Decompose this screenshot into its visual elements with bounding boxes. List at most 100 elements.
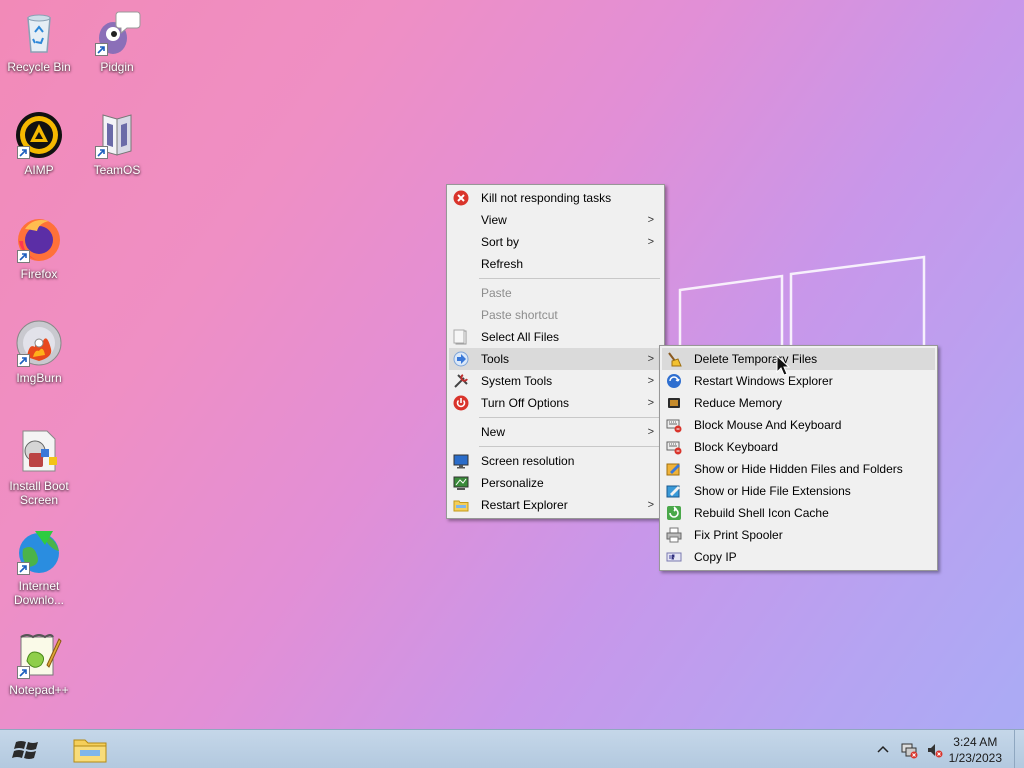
submenu-arrow-icon: >	[647, 353, 654, 365]
desktop-icon-label: Recycle Bin	[7, 60, 71, 74]
menu-item-label: Tools	[481, 352, 510, 366]
desktop-icon-pidgin[interactable]: Pidgin	[78, 8, 156, 74]
menu-item-label: Kill not responding tasks	[481, 191, 612, 205]
select-all-icon	[453, 329, 469, 345]
submenu-item-fix-print-spooler[interactable]: Fix Print Spooler	[662, 524, 935, 546]
shortcut-arrow-icon	[17, 562, 30, 575]
system-tools-icon	[453, 373, 469, 389]
desktop-icon-firefox[interactable]: Firefox	[0, 215, 78, 281]
shortcut-arrow-icon	[17, 354, 30, 367]
menu-item-system-tools[interactable]: System Tools >	[449, 370, 662, 392]
globe-restart-icon	[666, 373, 682, 389]
menu-separator	[479, 278, 660, 279]
menu-item-personalize[interactable]: Personalize	[449, 472, 662, 494]
clock-date: 1/23/2023	[948, 751, 1002, 765]
menu-item-label: Delete Temporary Files	[694, 352, 818, 366]
submenu-item-reduce-memory[interactable]: Reduce Memory	[662, 392, 935, 414]
submenu-arrow-icon: >	[647, 397, 654, 409]
start-button[interactable]	[8, 734, 48, 766]
menu-item-view[interactable]: View >	[449, 209, 662, 231]
menu-item-new[interactable]: New >	[449, 421, 662, 443]
menu-item-label: Copy IP	[694, 550, 737, 564]
menu-item-label: System Tools	[481, 374, 553, 388]
taskbar-clock[interactable]: 3:24 AM 1/23/2023	[949, 734, 1002, 766]
submenu-item-block-mouse-and-keyboard[interactable]: Block Mouse And Keyboard	[662, 414, 935, 436]
shortcut-arrow-icon	[17, 250, 30, 263]
rebuild-cache-icon	[666, 505, 682, 521]
desktop[interactable]: Recycle Bin Pidgin AIMP TeamOS Firefox I…	[0, 0, 1024, 729]
shortcut-arrow-icon	[95, 146, 108, 159]
menu-item-sort-by[interactable]: Sort by >	[449, 231, 662, 253]
clock-time: 3:24 AM	[953, 735, 998, 749]
menu-item-label: Restart Explorer	[481, 498, 568, 512]
menu-item-label: Show or Hide File Extensions	[694, 484, 851, 498]
recycle-bin-icon	[27, 14, 51, 53]
desktop-context-menu: Kill not responding tasks View > Sort by…	[446, 184, 665, 519]
monitor-icon	[453, 453, 469, 469]
menu-item-label: Paste	[481, 286, 512, 300]
install-boot-screen-icon	[22, 430, 57, 472]
keyboard-icon	[666, 439, 682, 455]
ip-icon	[666, 549, 682, 565]
keyboard-block-icon	[666, 417, 682, 433]
submenu-item-restart-windows-explorer[interactable]: Restart Windows Explorer	[662, 370, 935, 392]
menu-item-restart-explorer[interactable]: Restart Explorer >	[449, 494, 662, 516]
submenu-arrow-icon: >	[647, 375, 654, 387]
desktop-icon-teamos[interactable]: TeamOS	[78, 111, 156, 177]
desktop-icon-imgburn[interactable]: ImgBurn	[0, 319, 78, 385]
menu-item-label: Refresh	[481, 257, 524, 271]
menu-item-label: Turn Off Options	[481, 396, 570, 410]
printer-icon	[666, 527, 682, 543]
menu-item-label: Show or Hide Hidden Files and Folders	[694, 462, 903, 476]
desktop-icon-recycle-bin[interactable]: Recycle Bin	[0, 8, 78, 74]
power-icon	[453, 395, 469, 411]
submenu-arrow-icon: >	[647, 236, 654, 248]
submenu-item-show-hide-file-extensions[interactable]: Show or Hide File Extensions	[662, 480, 935, 502]
menu-separator	[479, 446, 660, 447]
menu-separator	[479, 417, 660, 418]
desktop-icon-label: AIMP	[24, 163, 54, 177]
menu-item-tools[interactable]: Tools >	[449, 348, 662, 370]
desktop-icon-label: Firefox	[20, 267, 58, 281]
windows-logo-icon	[12, 741, 38, 759]
submenu-item-show-hide-hidden-files[interactable]: Show or Hide Hidden Files and Folders	[662, 458, 935, 480]
menu-item-label: Screen resolution	[481, 454, 575, 468]
desktop-icon-label: Pidgin	[100, 60, 134, 74]
submenu-arrow-icon: >	[647, 499, 654, 511]
menu-item-label: Block Mouse And Keyboard	[694, 418, 842, 432]
submenu-item-copy-ip[interactable]: Copy IP	[662, 546, 935, 568]
menu-item-select-all-files[interactable]: Select All Files	[449, 326, 662, 348]
taskbar-file-explorer[interactable]	[68, 732, 112, 768]
personalize-icon	[453, 475, 469, 491]
menu-item-label: View	[481, 213, 507, 227]
menu-item-kill-not-responding[interactable]: Kill not responding tasks	[449, 187, 662, 209]
menu-item-paste: Paste	[449, 282, 662, 304]
network-icon[interactable]	[900, 741, 918, 759]
tools-submenu: Delete Temporary Files Restart Windows E…	[659, 345, 938, 571]
show-hidden-icons-chevron-icon[interactable]	[874, 741, 892, 759]
desktop-icon-notepadpp[interactable]: Notepad++	[0, 631, 78, 697]
menu-item-label: Paste shortcut	[481, 308, 558, 322]
menu-item-label: Restart Windows Explorer	[694, 374, 833, 388]
folder-icon	[453, 497, 469, 513]
submenu-item-delete-temporary-files[interactable]: Delete Temporary Files	[662, 348, 935, 370]
menu-item-label: Sort by	[481, 235, 520, 249]
menu-item-paste-shortcut: Paste shortcut	[449, 304, 662, 326]
menu-item-label: New	[481, 425, 506, 439]
tools-arrow-icon	[453, 351, 469, 367]
menu-item-turn-off-options[interactable]: Turn Off Options >	[449, 392, 662, 414]
shortcut-arrow-icon	[95, 43, 108, 56]
submenu-item-block-keyboard[interactable]: Block Keyboard	[662, 436, 935, 458]
kill-tasks-icon	[453, 190, 469, 206]
volume-muted-icon[interactable]	[926, 741, 944, 759]
desktop-icon-install-boot-screen[interactable]: Install Boot Screen	[0, 427, 78, 507]
desktop-icon-aimp[interactable]: AIMP	[0, 111, 78, 177]
submenu-item-rebuild-shell-icon-cache[interactable]: Rebuild Shell Icon Cache	[662, 502, 935, 524]
desktop-icon-label: Install Boot Screen	[9, 479, 69, 507]
show-desktop-button[interactable]	[1014, 730, 1024, 768]
menu-item-refresh[interactable]: Refresh	[449, 253, 662, 275]
menu-item-screen-resolution[interactable]: Screen resolution	[449, 450, 662, 472]
desktop-icon-internet-download-manager[interactable]: Internet Downlo...	[0, 527, 78, 607]
system-tray	[874, 740, 944, 760]
file-extensions-icon	[666, 483, 682, 499]
